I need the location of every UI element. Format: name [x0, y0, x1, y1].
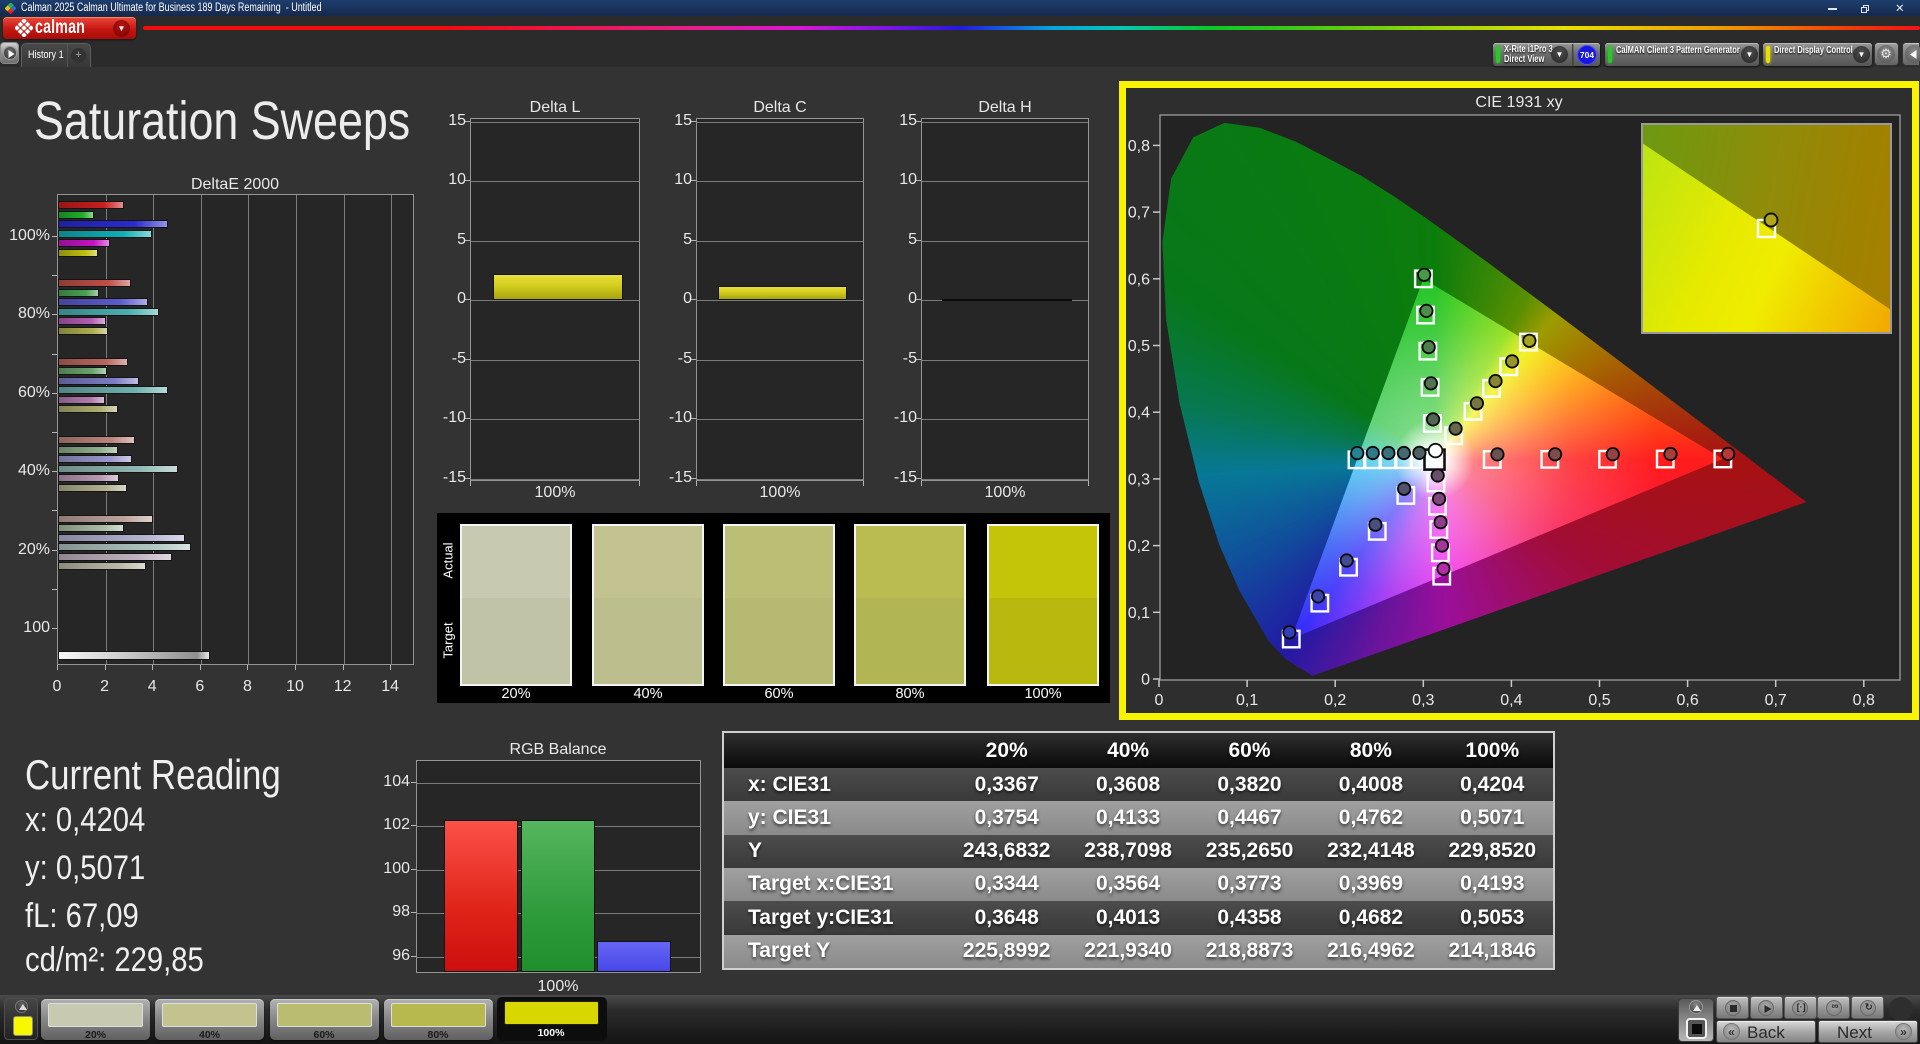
svg-text:0,6: 0,6	[1676, 692, 1698, 709]
svg-text:0,2: 0,2	[1324, 692, 1346, 709]
svg-text:0,4: 0,4	[1128, 405, 1150, 422]
svg-text:0,3: 0,3	[1128, 471, 1150, 488]
svg-text:0: 0	[1155, 692, 1164, 709]
svg-text:0,1: 0,1	[1128, 605, 1150, 622]
svg-text:0,5: 0,5	[1128, 338, 1150, 355]
svg-text:0,8: 0,8	[1853, 692, 1875, 709]
svg-text:0,7: 0,7	[1765, 692, 1787, 709]
svg-text:0: 0	[1141, 672, 1150, 689]
svg-text:0,2: 0,2	[1128, 538, 1150, 555]
svg-text:0,5: 0,5	[1588, 692, 1610, 709]
svg-text:0,8: 0,8	[1128, 138, 1150, 155]
svg-text:0,4: 0,4	[1500, 692, 1522, 709]
svg-text:0,3: 0,3	[1412, 692, 1434, 709]
svg-text:0,1: 0,1	[1236, 692, 1258, 709]
svg-text:0,7: 0,7	[1128, 205, 1150, 222]
svg-text:0,6: 0,6	[1128, 271, 1150, 288]
